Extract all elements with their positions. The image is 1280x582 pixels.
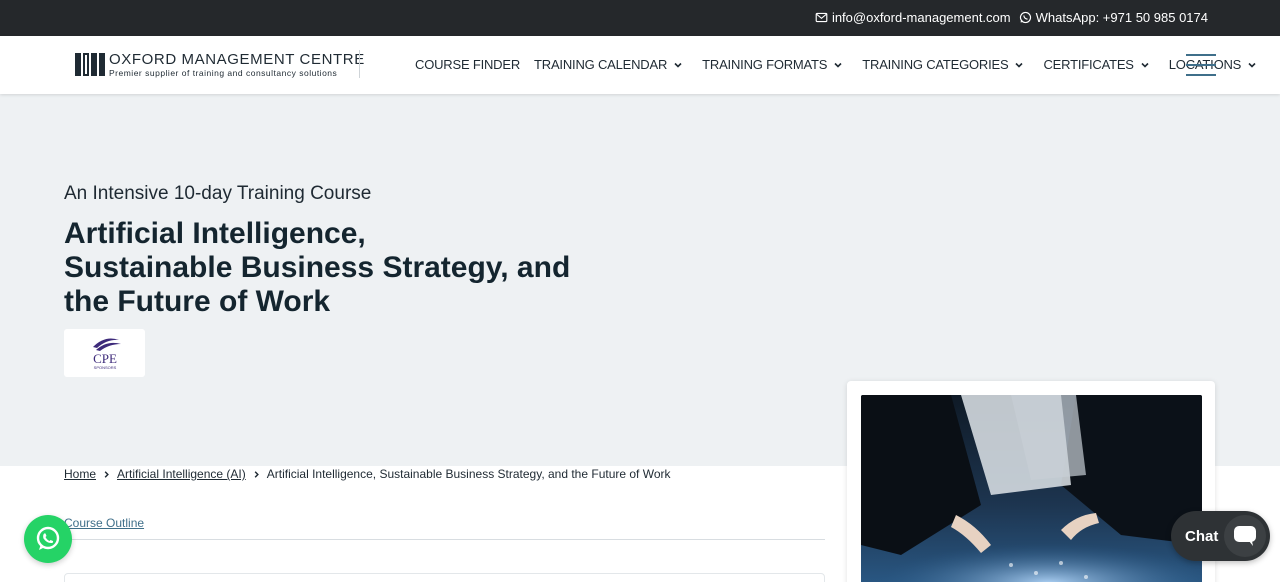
whatsapp-text: WhatsApp: +971 50 985 0174 xyxy=(1035,10,1208,25)
chat-label: Chat xyxy=(1185,527,1219,545)
chevron-down-icon xyxy=(1248,62,1256,68)
cpe-sponsor-badge: CPE SPONSORS xyxy=(64,329,145,377)
email-text: info@oxford-management.com xyxy=(831,10,1011,25)
whatsapp-link[interactable]: WhatsApp: +971 50 985 0174 xyxy=(1019,10,1208,25)
chat-bubble-icon xyxy=(1224,515,1266,557)
course-content-panel xyxy=(64,573,825,582)
title-line: Sustainable Business Strategy, and xyxy=(64,251,571,284)
nav-training-calendar[interactable]: TRAINING CALENDAR xyxy=(534,57,683,72)
envelope-icon xyxy=(815,12,828,23)
site-logo[interactable]: OXFORD MANAGEMENT CENTRE Premier supplie… xyxy=(75,52,365,78)
logo-tagline: Premier supplier of training and consult… xyxy=(109,68,338,78)
top-contact-bar: info@oxford-management.com WhatsApp: +97… xyxy=(0,0,1280,36)
whatsapp-icon xyxy=(1019,11,1031,24)
chevron-down-icon xyxy=(1141,62,1149,68)
contact-links: info@oxford-management.com WhatsApp: +97… xyxy=(815,10,1208,25)
nav-certificates[interactable]: CERTIFICATES xyxy=(1043,57,1149,72)
nav-label: TRAINING CATEGORIES xyxy=(862,57,1009,72)
tab-course-outline[interactable]: Course Outline xyxy=(64,516,144,530)
nav-label: COURSE FINDER xyxy=(415,57,521,72)
business-people-touchscreen-image xyxy=(861,395,1202,582)
chevron-down-icon xyxy=(1015,62,1024,68)
breadcrumb-current: Artificial Intelligence, Sustainable Bus… xyxy=(266,467,671,481)
nav-label: TRAINING CALENDAR xyxy=(534,57,668,72)
breadcrumb-category[interactable]: Artificial Intelligence (AI) xyxy=(117,467,246,481)
cpe-logo-icon: CPE SPONSORS xyxy=(92,338,121,370)
cpe-text: CPE xyxy=(93,351,117,366)
email-link[interactable]: info@oxford-management.com xyxy=(815,10,1011,25)
chevron-right-icon xyxy=(104,470,109,478)
cpe-subtext: SPONSORS xyxy=(93,365,116,370)
page-title: Artificial Intelligence, Sustainable Bus… xyxy=(64,217,584,319)
logo-text: OXFORD MANAGEMENT CENTRE Premier supplie… xyxy=(109,52,365,78)
logo-divider xyxy=(359,50,360,78)
nav-training-formats[interactable]: TRAINING FORMATS xyxy=(702,57,843,72)
main-nav: COURSE FINDER TRAINING CALENDAR TRAINING… xyxy=(415,57,1271,72)
chat-widget-button[interactable]: Chat xyxy=(1171,511,1270,561)
hamburger-menu-icon[interactable] xyxy=(1186,54,1216,76)
nav-label: TRAINING FORMATS xyxy=(702,57,828,72)
breadcrumb-home[interactable]: Home xyxy=(64,467,96,481)
chevron-right-icon xyxy=(254,470,259,478)
whatsapp-float-button[interactable] xyxy=(24,515,72,563)
course-kicker: An Intensive 10-day Training Course xyxy=(64,183,372,204)
course-image xyxy=(861,395,1202,582)
nav-training-categories[interactable]: TRAINING CATEGORIES xyxy=(862,57,1024,72)
logo-title: OXFORD MANAGEMENT CENTRE xyxy=(109,51,365,68)
chevron-down-icon xyxy=(674,62,682,68)
breadcrumb: Home Artificial Intelligence (AI) Artifi… xyxy=(64,467,671,481)
whatsapp-icon xyxy=(36,526,60,550)
chevron-down-icon xyxy=(834,62,842,68)
course-image-card xyxy=(847,381,1215,582)
nav-label: CERTIFICATES xyxy=(1043,57,1134,72)
main-header: OXFORD MANAGEMENT CENTRE Premier supplie… xyxy=(0,36,1280,94)
logo-mark-icon xyxy=(75,53,105,77)
title-line: Artificial Intelligence, xyxy=(64,217,366,250)
nav-course-finder[interactable]: COURSE FINDER xyxy=(415,57,520,72)
title-line: the Future of Work xyxy=(64,285,331,318)
tab-divider xyxy=(64,539,825,540)
